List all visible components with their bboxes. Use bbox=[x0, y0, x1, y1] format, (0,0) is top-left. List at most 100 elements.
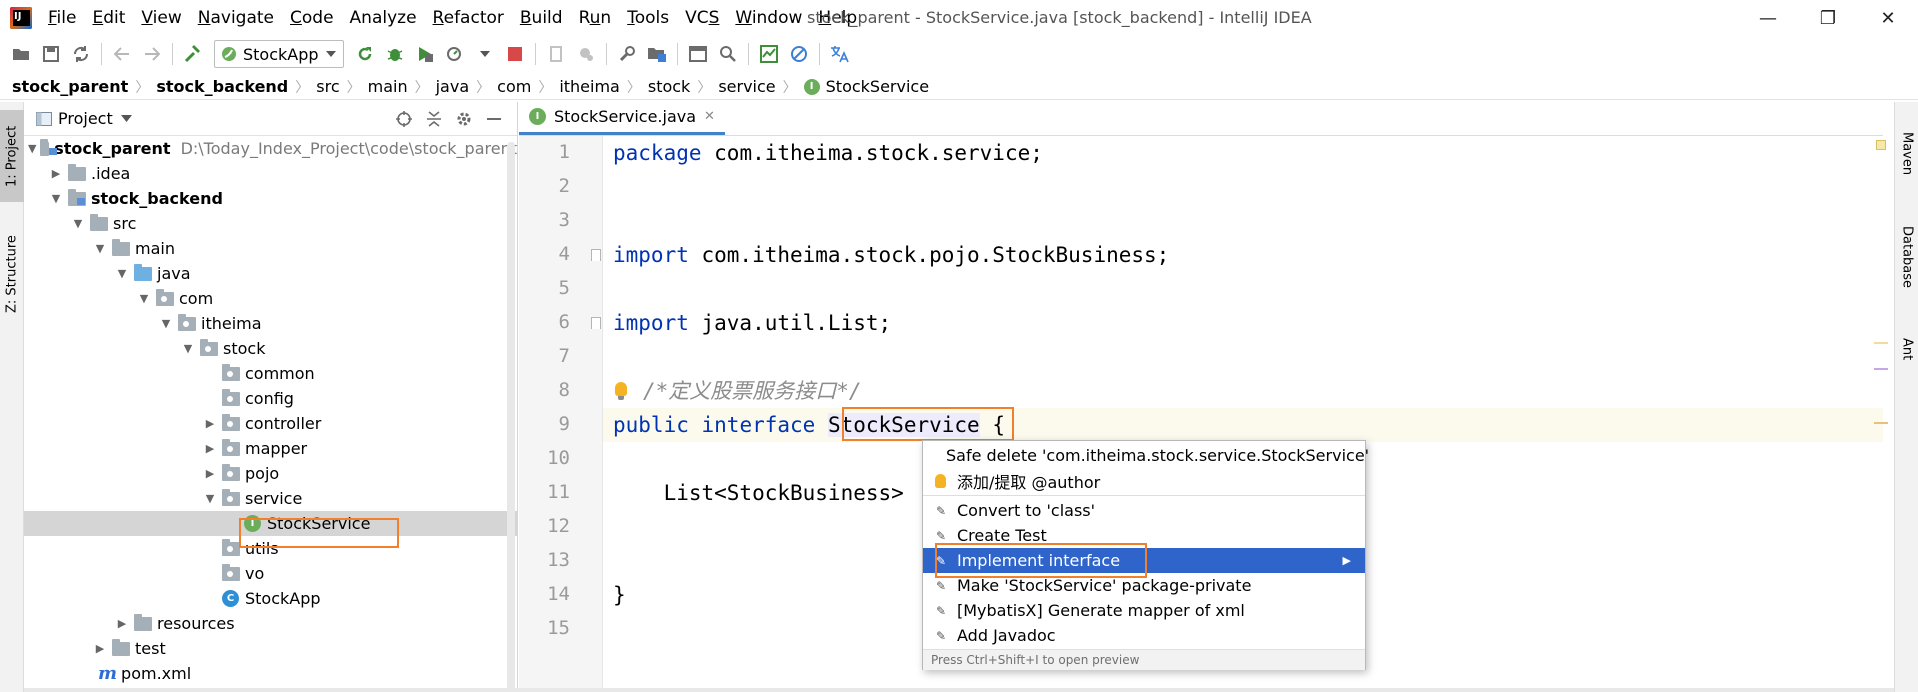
tree-node-common[interactable]: common bbox=[24, 361, 517, 386]
collapse-arrow-icon[interactable]: ▶ bbox=[114, 617, 130, 630]
tree-node-com[interactable]: ▼ com bbox=[24, 286, 517, 311]
lightbulb-icon[interactable] bbox=[615, 382, 627, 400]
action-convert-to-class[interactable]: ✎ Convert to 'class' bbox=[923, 498, 1365, 523]
run-with-coverage-icon[interactable] bbox=[412, 41, 438, 67]
menu-window[interactable]: Window bbox=[727, 0, 810, 36]
collapse-arrow-icon[interactable]: ▶ bbox=[202, 467, 218, 480]
expand-arrow-icon[interactable]: ▼ bbox=[28, 142, 36, 155]
collapse-arrow-icon[interactable]: ▶ bbox=[48, 167, 64, 180]
back-arrow-icon[interactable] bbox=[109, 41, 135, 67]
menu-tools[interactable]: Tools bbox=[619, 0, 677, 36]
gear-icon[interactable] bbox=[449, 106, 479, 132]
action-create-test[interactable]: ✎ Create Test bbox=[923, 523, 1365, 548]
project-panel-title[interactable]: Project bbox=[58, 109, 113, 128]
breadcrumb-item[interactable]: stock_backend bbox=[156, 77, 288, 96]
action-add-author[interactable]: 添加/提取 @author bbox=[923, 468, 1365, 493]
tab-stockservice-java[interactable]: I StockService.java ✕ bbox=[519, 101, 725, 135]
debug-bug-icon[interactable] bbox=[382, 41, 408, 67]
update-running-app-icon[interactable] bbox=[573, 41, 599, 67]
breadcrumb-item[interactable]: itheima bbox=[559, 77, 620, 96]
tree-node-test[interactable]: ▶ test bbox=[24, 636, 517, 661]
search-icon[interactable] bbox=[715, 41, 741, 67]
breadcrumb-item[interactable]: service bbox=[718, 77, 775, 96]
inspection-status-icon[interactable] bbox=[1876, 140, 1886, 150]
chevron-down-icon[interactable] bbox=[472, 41, 498, 67]
tree-node-stock-backend[interactable]: ▼ stock_backend bbox=[24, 186, 517, 211]
breadcrumb-item[interactable]: com bbox=[497, 77, 531, 96]
breadcrumb-item[interactable]: stock_parent bbox=[12, 77, 128, 96]
menu-code[interactable]: Code bbox=[282, 0, 342, 36]
profiler-icon[interactable] bbox=[442, 41, 468, 67]
menu-view[interactable]: View bbox=[133, 0, 189, 36]
collapse-arrow-icon[interactable]: ▶ bbox=[92, 642, 108, 655]
action-implement-interface[interactable]: ✎ Implement interface ▶ bbox=[923, 548, 1365, 573]
expand-arrow-icon[interactable]: ▼ bbox=[114, 267, 130, 280]
save-all-icon[interactable] bbox=[38, 41, 64, 67]
forward-arrow-icon[interactable] bbox=[139, 41, 165, 67]
expand-arrow-icon[interactable]: ▼ bbox=[92, 242, 108, 255]
collapse-all-icon[interactable] bbox=[419, 106, 449, 132]
stop-icon[interactable] bbox=[502, 41, 528, 67]
tree-node-itheima[interactable]: ▼ itheima bbox=[24, 311, 517, 336]
open-folder-icon[interactable] bbox=[8, 41, 34, 67]
ant-tool-tab[interactable]: Ant bbox=[1895, 316, 1918, 382]
action-mybatisx-generate[interactable]: ✎ [MybatisX] Generate mapper of xml bbox=[923, 598, 1365, 623]
menu-edit[interactable]: Edit bbox=[84, 0, 133, 36]
menu-navigate[interactable]: Navigate bbox=[190, 0, 282, 36]
action-add-javadoc[interactable]: ✎ Add Javadoc bbox=[923, 623, 1365, 648]
tree-node-stock[interactable]: ▼ stock bbox=[24, 336, 517, 361]
breadcrumb-item[interactable]: src bbox=[316, 77, 339, 96]
expand-arrow-icon[interactable]: ▼ bbox=[180, 342, 196, 355]
expand-arrow-icon[interactable]: ▼ bbox=[202, 492, 218, 505]
tree-node-idea[interactable]: ▶ .idea bbox=[24, 161, 517, 186]
expand-arrow-icon[interactable]: ▼ bbox=[70, 217, 86, 230]
menu-refactor[interactable]: Refactor bbox=[425, 0, 512, 36]
run-configuration-selector[interactable]: StockApp bbox=[214, 40, 344, 68]
presentation-mode-icon[interactable] bbox=[685, 41, 711, 67]
fold-marker-icon[interactable] bbox=[591, 317, 601, 329]
breadcrumb-item[interactable]: main bbox=[368, 77, 408, 96]
expand-arrow-icon[interactable]: ▼ bbox=[158, 317, 174, 330]
rerun-icon[interactable] bbox=[352, 41, 378, 67]
fold-marker-icon[interactable] bbox=[591, 249, 601, 261]
highlighted-identifier[interactable]: StockService bbox=[827, 413, 980, 437]
caret-marker[interactable] bbox=[1874, 422, 1888, 424]
tree-node-stock-parent[interactable]: ▼ stock_parent D:\Today_Index_Project\co… bbox=[24, 136, 517, 161]
menu-vcs[interactable]: VCS bbox=[677, 0, 727, 36]
tree-node-utils[interactable]: utils bbox=[24, 536, 517, 561]
tree-node-src[interactable]: ▼ src bbox=[24, 211, 517, 236]
collapse-arrow-icon[interactable]: ▶ bbox=[202, 417, 218, 430]
tree-node-vo[interactable]: vo bbox=[24, 561, 517, 586]
structure-tool-tab[interactable]: Z: Structure bbox=[0, 214, 24, 334]
tree-node-mapper[interactable]: ▶ mapper bbox=[24, 436, 517, 461]
locate-file-icon[interactable] bbox=[389, 106, 419, 132]
info-marker[interactable] bbox=[1874, 368, 1888, 370]
action-make-package-private[interactable]: ✎ Make 'StockService' package-private bbox=[923, 573, 1365, 598]
power-save-mode-icon[interactable] bbox=[786, 41, 812, 67]
tree-node-config[interactable]: config bbox=[24, 386, 517, 411]
tree-node-pojo[interactable]: ▶ pojo bbox=[24, 461, 517, 486]
tree-node-resources[interactable]: ▶ resources bbox=[24, 611, 517, 636]
menu-build[interactable]: Build bbox=[512, 0, 571, 36]
horizontal-scrollbar[interactable] bbox=[24, 688, 1894, 692]
warning-marker[interactable] bbox=[1874, 342, 1888, 344]
menu-run[interactable]: Run bbox=[571, 0, 620, 36]
maven-tool-tab[interactable]: Maven bbox=[1895, 112, 1918, 196]
expand-arrow-icon[interactable]: ▼ bbox=[48, 192, 64, 205]
tree-node-java[interactable]: ▼ java bbox=[24, 261, 517, 286]
translate-icon[interactable] bbox=[827, 41, 853, 67]
attach-debugger-icon[interactable] bbox=[543, 41, 569, 67]
tree-node-controller[interactable]: ▶ controller bbox=[24, 411, 517, 436]
hide-panel-icon[interactable] bbox=[479, 106, 509, 132]
database-tool-tab[interactable]: Database bbox=[1895, 202, 1918, 312]
minimize-button[interactable]: — bbox=[1738, 0, 1798, 36]
project-tool-tab[interactable]: 1: Project bbox=[0, 110, 24, 202]
tree-node-main[interactable]: ▼ main bbox=[24, 236, 517, 261]
breadcrumb-item[interactable]: java bbox=[436, 77, 470, 96]
menu-analyze[interactable]: Analyze bbox=[342, 0, 425, 36]
collapse-arrow-icon[interactable]: ▶ bbox=[202, 442, 218, 455]
close-window-button[interactable]: ✕ bbox=[1858, 0, 1918, 36]
close-icon[interactable]: ✕ bbox=[704, 109, 715, 124]
wrench-settings-icon[interactable] bbox=[614, 41, 640, 67]
expand-arrow-icon[interactable]: ▼ bbox=[136, 292, 152, 305]
